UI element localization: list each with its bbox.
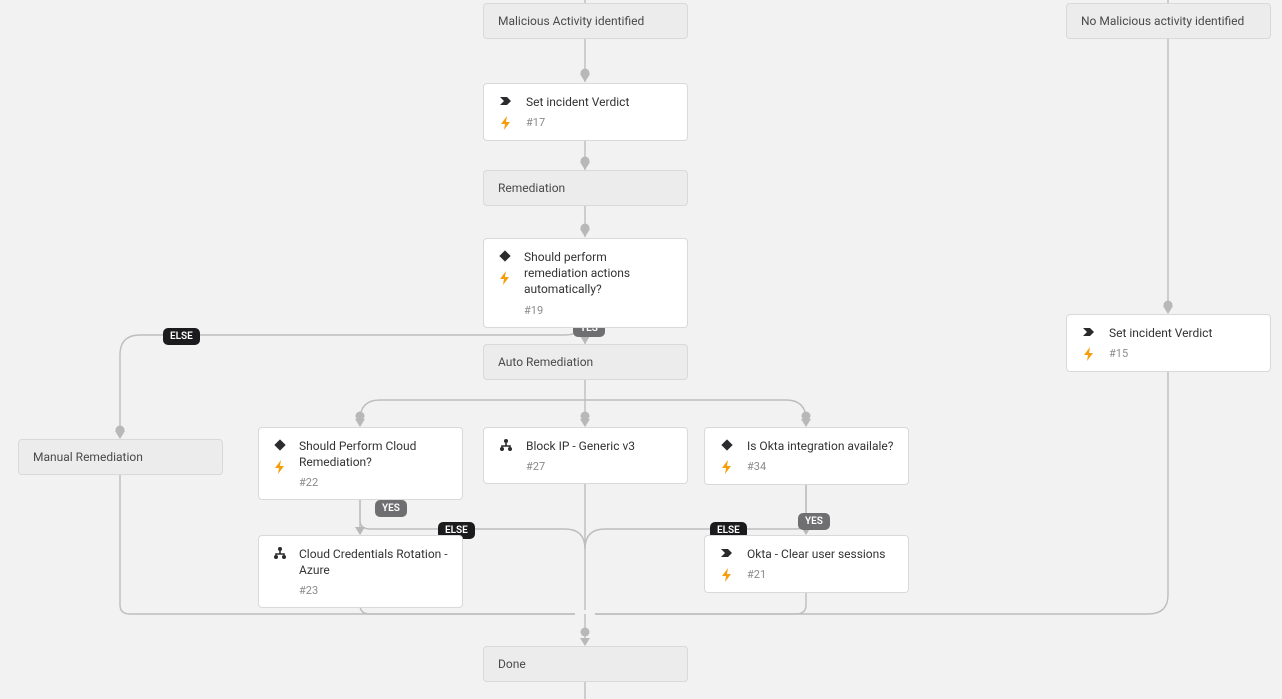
section-remediation[interactable]: Remediation [483, 170, 688, 206]
section-label: Malicious Activity identified [498, 14, 644, 28]
task-index: #34 [747, 460, 893, 473]
task-title: Set incident Verdict [526, 94, 629, 110]
task-title: Set incident Verdict [1109, 325, 1212, 341]
task-should-perform-cloud-remediation[interactable]: Should Perform Cloud Remediation? #22 [258, 427, 463, 500]
bolt-icon [720, 460, 734, 474]
task-index: #17 [526, 116, 629, 129]
connector-dot [802, 412, 811, 421]
task-okta-clear-user-sessions[interactable]: Okta - Clear user sessions #21 [704, 535, 909, 593]
arrow-tag-icon [499, 94, 513, 108]
arrow-icon [355, 527, 365, 535]
section-malicious-activity[interactable]: Malicious Activity identified [483, 3, 688, 39]
arrow-tag-icon [1082, 325, 1096, 339]
task-title: Cloud Credentials Rotation - Azure [299, 546, 448, 578]
task-index: #22 [299, 476, 448, 489]
task-is-okta-integration-available[interactable]: Is Okta integration availale? #34 [704, 427, 909, 485]
connector-dot [581, 157, 590, 166]
branch-badge-yes: YES [375, 500, 407, 517]
connector-dot [581, 224, 590, 233]
task-title: Should perform remediation actions autom… [524, 249, 673, 298]
bolt-icon [498, 271, 512, 285]
section-label: Remediation [498, 181, 565, 195]
section-label: Done [498, 657, 526, 671]
task-index: #27 [526, 460, 635, 473]
task-index: #19 [524, 304, 673, 317]
section-label: Manual Remediation [33, 450, 143, 464]
task-set-incident-verdict-15[interactable]: Set incident Verdict #15 [1066, 314, 1271, 372]
section-no-malicious-activity[interactable]: No Malicious activity identified [1066, 3, 1271, 39]
section-label: Auto Remediation [498, 355, 593, 369]
branch-badge-else: ELSE [163, 328, 200, 345]
task-title: Should Perform Cloud Remediation? [299, 438, 448, 470]
bolt-icon [1082, 347, 1096, 361]
task-title: Is Okta integration availale? [747, 438, 893, 454]
arrow-icon [580, 638, 590, 646]
branch-badge-yes: YES [798, 513, 830, 530]
section-done[interactable]: Done [483, 646, 688, 682]
task-block-ip-generic-v3[interactable]: Block IP - Generic v3 #27 [483, 427, 688, 484]
connector-dot [581, 69, 590, 78]
connector-dot [581, 412, 590, 421]
section-manual-remediation[interactable]: Manual Remediation [18, 439, 223, 475]
sitemap-icon [273, 546, 287, 560]
bolt-icon [273, 460, 287, 474]
arrow-icon [580, 336, 590, 344]
task-index: #21 [747, 568, 885, 581]
diamond-icon [273, 438, 287, 452]
connector-dot [1164, 301, 1173, 310]
playbook-canvas[interactable]: { "sections": { "malicious": {"label":"M… [0, 0, 1282, 699]
task-title: Block IP - Generic v3 [526, 438, 635, 454]
task-should-perform-remediation-auto[interactable]: Should perform remediation actions autom… [483, 238, 688, 328]
bolt-icon [720, 568, 734, 582]
section-label: No Malicious activity identified [1081, 14, 1244, 28]
task-index: #23 [299, 584, 448, 597]
arrow-tag-icon [720, 546, 734, 560]
task-index: #15 [1109, 347, 1212, 360]
task-title: Okta - Clear user sessions [747, 546, 885, 562]
bolt-icon [499, 116, 513, 130]
connector-dot [356, 412, 365, 421]
connector-dot [116, 426, 125, 435]
sitemap-icon [499, 438, 513, 452]
task-set-incident-verdict-17[interactable]: Set incident Verdict #17 [483, 83, 688, 141]
connector-dot [581, 628, 590, 637]
task-cloud-credentials-rotation-azure[interactable]: Cloud Credentials Rotation - Azure #23 [258, 535, 463, 608]
section-auto-remediation[interactable]: Auto Remediation [483, 344, 688, 380]
diamond-icon [720, 438, 734, 452]
diamond-icon [498, 249, 512, 263]
